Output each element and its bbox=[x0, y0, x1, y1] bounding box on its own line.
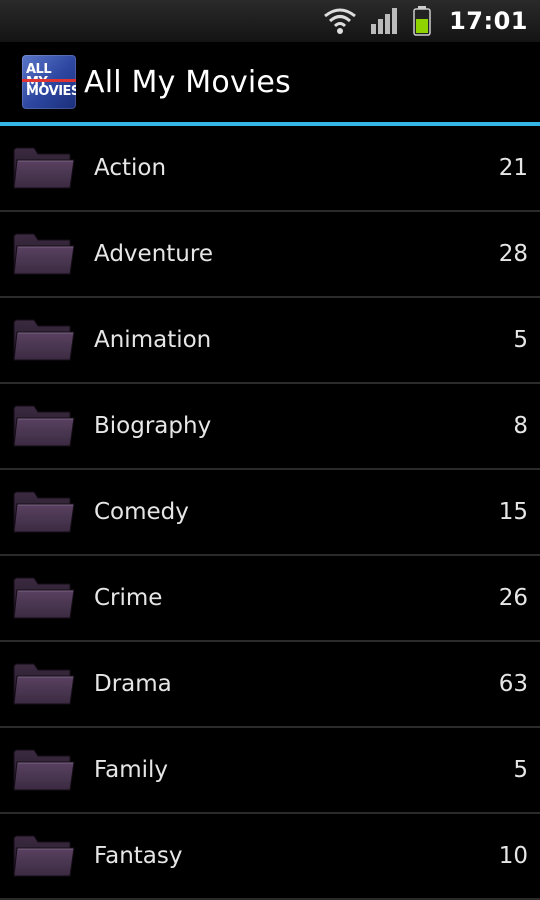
folder-icon bbox=[12, 574, 76, 620]
item-label: Family bbox=[94, 757, 169, 783]
list-item-fantasy[interactable]: Fantasy 10 bbox=[0, 814, 540, 900]
action-bar: ALL MY MOVIES All My Movies bbox=[0, 42, 540, 122]
signal-icon bbox=[371, 8, 399, 34]
list-item-adventure[interactable]: Adventure 28 bbox=[0, 212, 540, 298]
folder-icon bbox=[12, 488, 76, 534]
item-count: 63 bbox=[498, 671, 528, 697]
app-title: All My Movies bbox=[84, 64, 291, 100]
list-item-crime[interactable]: Crime 26 bbox=[0, 556, 540, 642]
item-label: Adventure bbox=[94, 241, 213, 267]
item-label: Animation bbox=[94, 327, 212, 353]
category-list: Action 21 Adventure 28 Animation 5 Biography 8 C… bbox=[0, 126, 540, 900]
item-label: Action bbox=[94, 155, 167, 181]
item-count: 10 bbox=[498, 843, 528, 869]
folder-icon bbox=[12, 230, 76, 276]
list-item-comedy[interactable]: Comedy 15 bbox=[0, 470, 540, 556]
item-label: Fantasy bbox=[94, 843, 183, 869]
folder-icon bbox=[12, 402, 76, 448]
battery-icon bbox=[413, 6, 431, 36]
item-label: Crime bbox=[94, 585, 163, 611]
list-item-action[interactable]: Action 21 bbox=[0, 126, 540, 212]
list-item-biography[interactable]: Biography 8 bbox=[0, 384, 540, 470]
folder-icon bbox=[12, 832, 76, 878]
status-time: 17:01 bbox=[449, 7, 528, 35]
logo-text-line2: MOVIES bbox=[26, 84, 76, 99]
logo-stripe bbox=[22, 79, 76, 82]
item-label: Comedy bbox=[94, 499, 189, 525]
item-count: 8 bbox=[513, 413, 528, 439]
folder-icon bbox=[12, 746, 76, 792]
folder-icon bbox=[12, 660, 76, 706]
app-logo[interactable]: ALL MY MOVIES bbox=[22, 55, 76, 109]
item-count: 26 bbox=[498, 585, 528, 611]
status-bar: 17:01 bbox=[0, 0, 540, 42]
item-count: 5 bbox=[513, 327, 528, 353]
folder-icon bbox=[12, 316, 76, 362]
list-item-family[interactable]: Family 5 bbox=[0, 728, 540, 814]
wifi-icon bbox=[323, 6, 357, 36]
list-item-animation[interactable]: Animation 5 bbox=[0, 298, 540, 384]
item-count: 5 bbox=[513, 757, 528, 783]
item-count: 15 bbox=[498, 499, 528, 525]
folder-icon bbox=[12, 144, 76, 190]
item-count: 21 bbox=[498, 155, 528, 181]
item-label: Drama bbox=[94, 671, 172, 697]
item-label: Biography bbox=[94, 413, 212, 439]
item-count: 28 bbox=[498, 241, 528, 267]
list-item-drama[interactable]: Drama 63 bbox=[0, 642, 540, 728]
